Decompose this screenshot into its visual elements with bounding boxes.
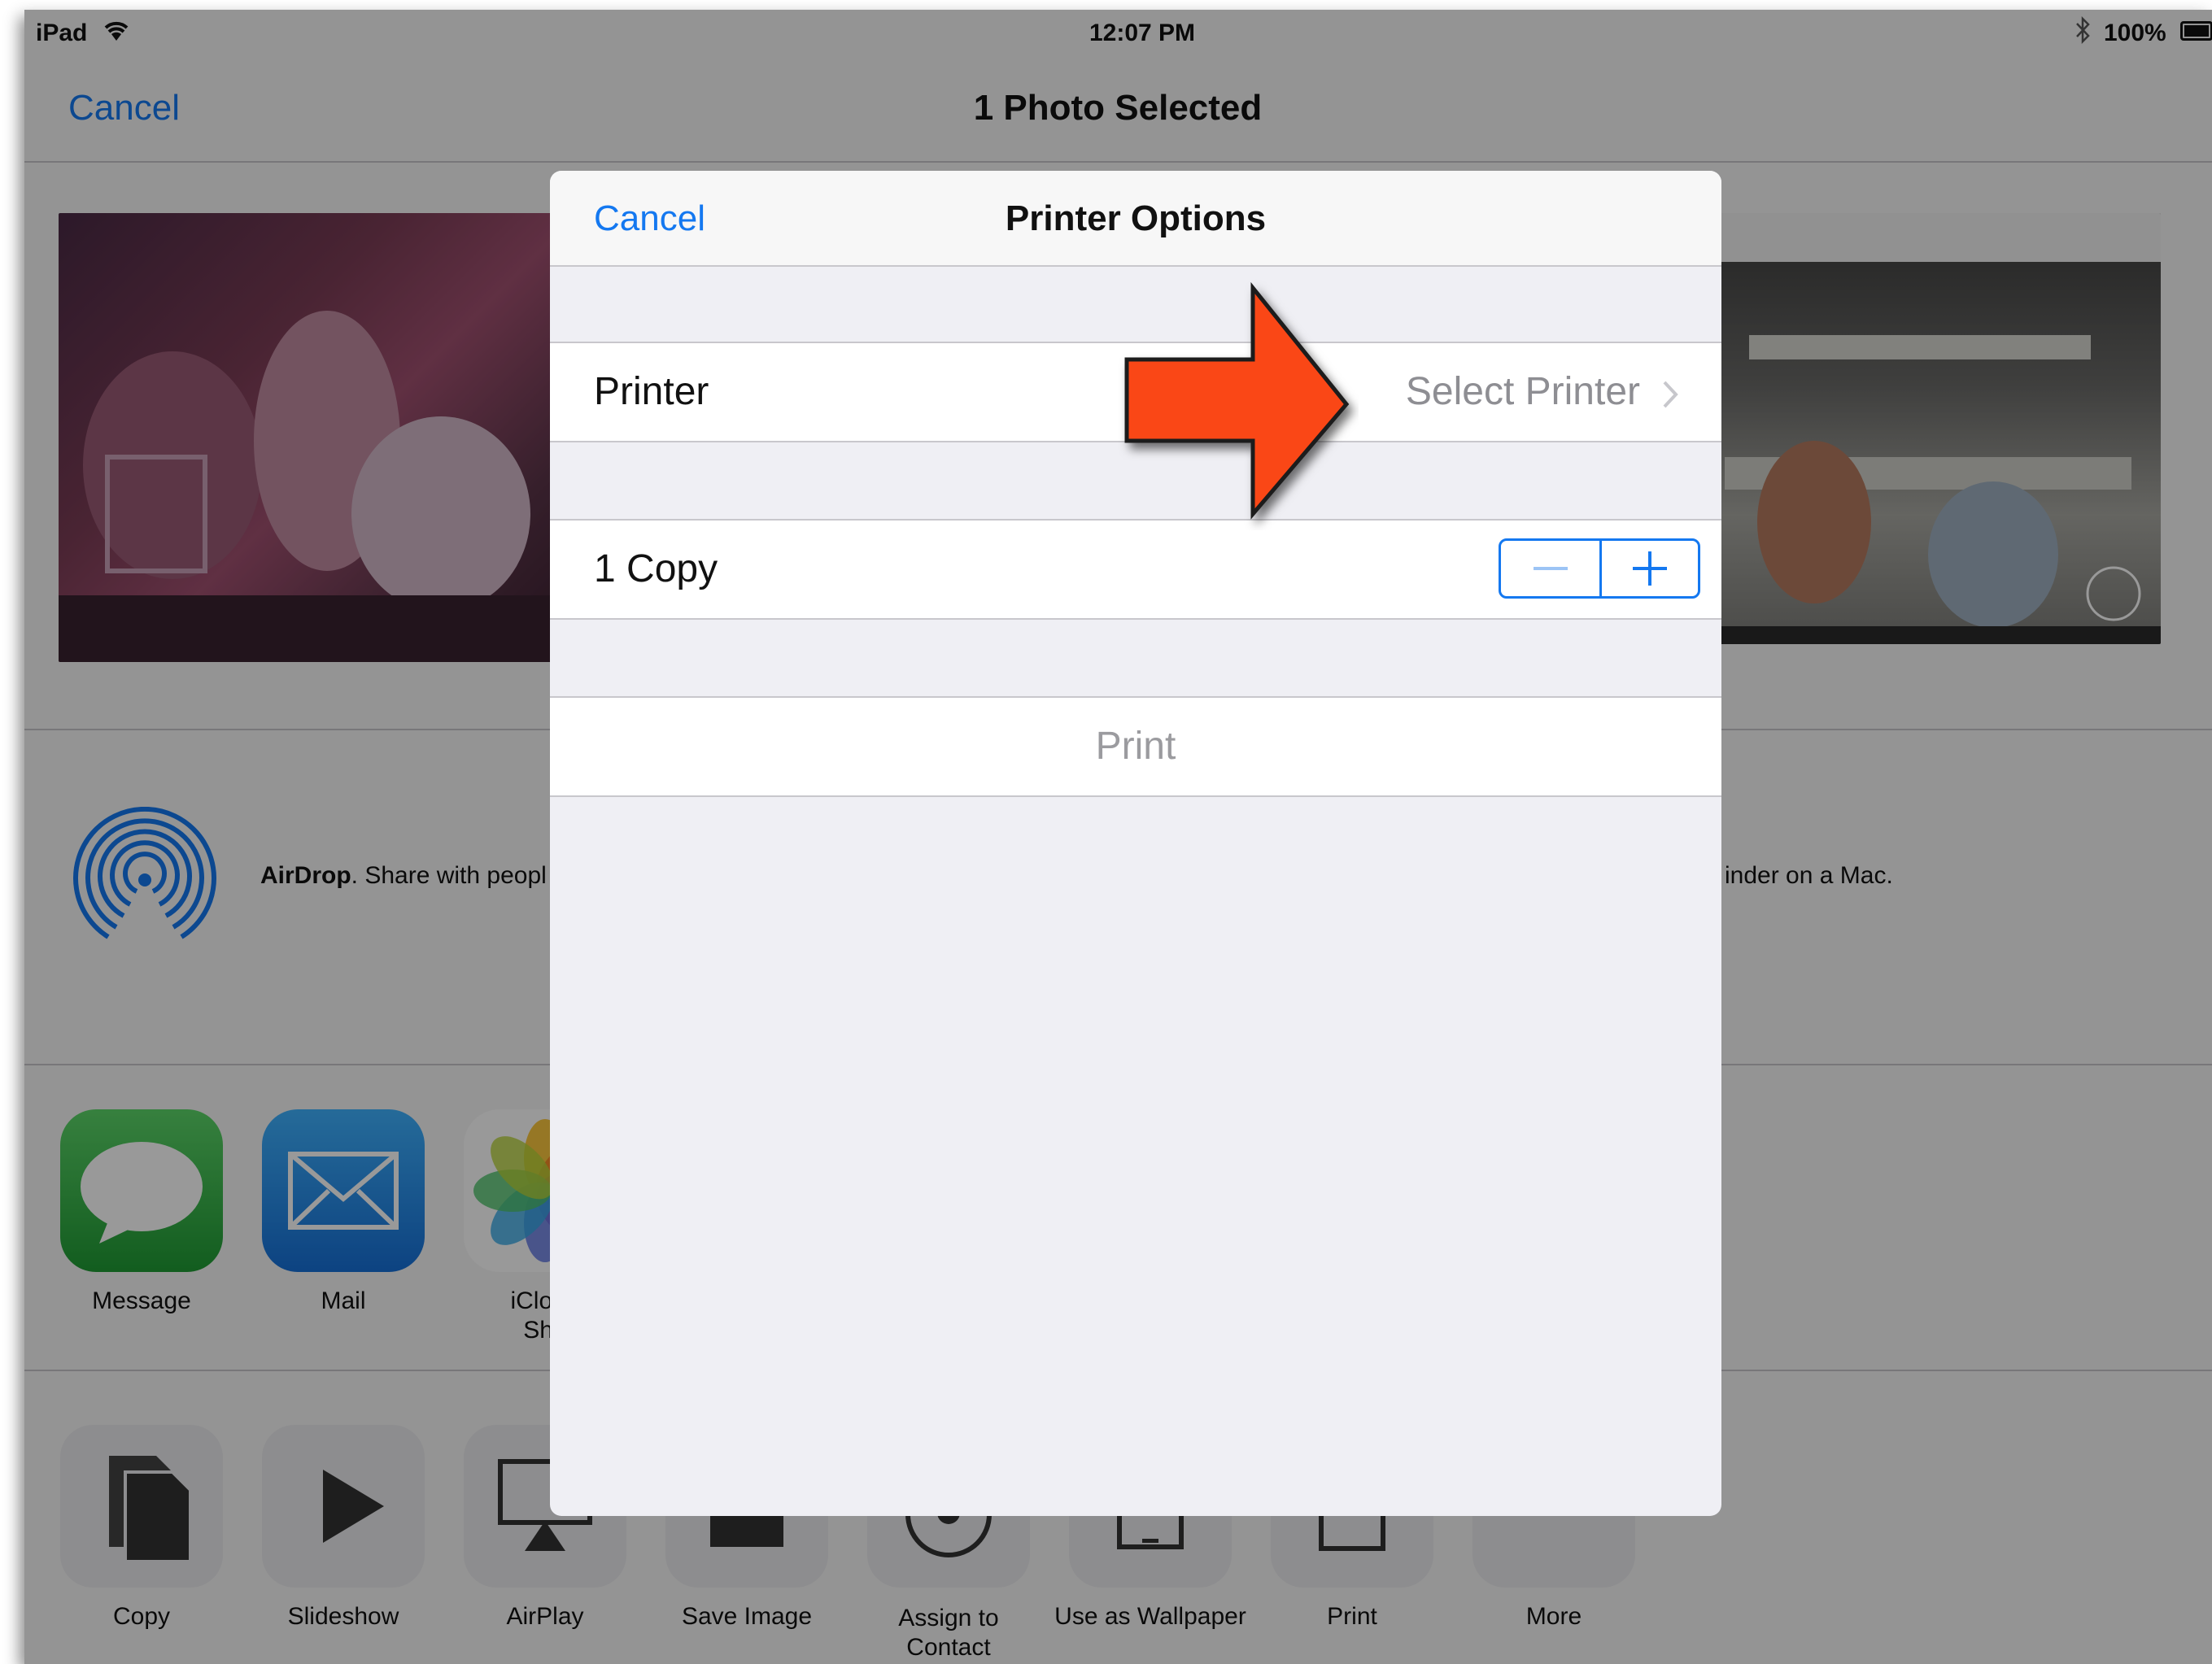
decrement-button[interactable] xyxy=(1501,541,1599,596)
sheet-cancel-button[interactable]: Cancel xyxy=(594,198,705,239)
chevron-right-icon xyxy=(1661,379,1679,414)
sheet-header: Cancel Printer Options xyxy=(550,171,1721,267)
copies-label: 1 Copy xyxy=(594,547,718,590)
printer-label: Printer xyxy=(594,370,709,413)
annotation-arrow-icon xyxy=(1098,270,1359,534)
print-row: Print xyxy=(550,696,1721,797)
select-printer-value[interactable]: Select Printer xyxy=(1406,369,1640,414)
increment-button[interactable] xyxy=(1602,541,1698,596)
ipad-screen: iPad 12:07 PM 100% Cancel 1 Photo Select… xyxy=(24,10,2212,1664)
sheet-title: Printer Options xyxy=(1005,198,1267,238)
copies-stepper xyxy=(1499,538,1700,599)
print-button[interactable]: Print xyxy=(550,724,1721,769)
